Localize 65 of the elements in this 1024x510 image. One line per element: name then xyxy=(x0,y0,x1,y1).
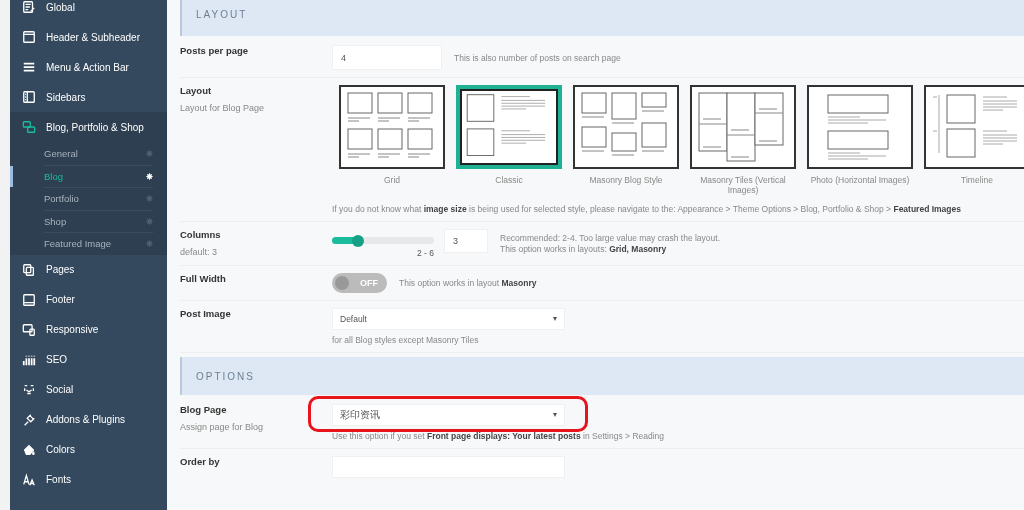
menu-item-icon xyxy=(22,60,36,74)
gear-icon xyxy=(146,149,153,157)
submenu-item[interactable]: Portfolio xyxy=(44,187,153,210)
help-text: Recommended: 2-4. Too large value may crash the layout. xyxy=(500,233,721,244)
layout-caption: Masonry Tiles (Vertical Images) xyxy=(699,175,787,196)
input-field[interactable]: 4 xyxy=(332,45,442,70)
submenu-item[interactable]: Featured Image xyxy=(44,232,153,255)
sidebar-item[interactable]: Menu & Action Bar xyxy=(10,52,167,82)
menu-item-icon xyxy=(22,412,36,427)
sidebar-item[interactable]: Header & Subheader xyxy=(10,22,167,52)
menu-item-icon xyxy=(22,442,36,457)
menu-item-icon xyxy=(22,30,36,44)
field-label: Post Image xyxy=(180,308,232,320)
gear-icon xyxy=(146,240,153,248)
layout-caption: Masonry Blog Style xyxy=(588,175,664,186)
field-label: Columns xyxy=(180,229,222,241)
sidebar-item[interactable]: Responsive xyxy=(10,314,167,345)
slider-range: 2 - 6 xyxy=(417,248,434,259)
layout-caption: Classic xyxy=(494,175,524,186)
sidebar-item[interactable]: Sidebars xyxy=(10,82,167,112)
menu-item-icon xyxy=(22,322,36,337)
submenu-item[interactable]: General xyxy=(44,142,153,165)
sidebar-item[interactable]: Blog, Portfolio & Shop xyxy=(10,112,167,142)
submenu-item[interactable]: Shop xyxy=(44,209,153,232)
field-label: Blog Page xyxy=(180,404,228,416)
field-label: Layout xyxy=(180,85,213,96)
help-text: If you do not know what image size is being used for selected style, please navigate to the: Appearance > Theme Options > Blog, Portfolio & Shop > Featured Images xyxy=(332,204,962,215)
menu-item-icon xyxy=(22,120,36,134)
sidebar-item[interactable]: Fonts xyxy=(10,464,167,495)
sidebar-item[interactable]: SEO xyxy=(10,344,167,375)
field-label: Full Width xyxy=(180,273,227,285)
help-text: This option works in layouts: Grid, Masonry xyxy=(500,244,668,255)
help-text: This is also number of posts on search page xyxy=(454,52,621,63)
select-field[interactable]: Default xyxy=(332,308,565,331)
field-description: default: 3 xyxy=(180,247,219,258)
sidebar-item[interactable]: Colors xyxy=(10,434,167,465)
layout-caption: Timeline xyxy=(960,175,994,186)
gear-icon xyxy=(146,172,153,180)
select-field[interactable]: 彩印资讯 xyxy=(332,404,565,427)
menu-item-icon xyxy=(22,472,36,487)
field-description: Layout for Blog Page xyxy=(180,103,266,113)
field-label: Posts per page xyxy=(180,45,250,56)
field-label: Order by xyxy=(180,456,221,468)
field-description: Assign page for Blog xyxy=(180,422,265,433)
menu-item-icon xyxy=(22,90,36,104)
sidebar-item[interactable]: Pages xyxy=(10,254,167,285)
layout-caption: Photo (Horizontal Images) xyxy=(810,175,910,186)
help-text: Use this option if you set Front page displays: Your latest posts in Settings > Reading xyxy=(332,431,665,442)
slider-handle[interactable] xyxy=(351,234,364,247)
help-text: for all Blog styles except Masonry Tiles xyxy=(332,335,480,346)
section-title: OPTIONS xyxy=(196,370,255,382)
help-text: This option works in layout Masonry xyxy=(399,278,537,289)
sidebar-item[interactable]: Addons & Plugins xyxy=(10,404,167,435)
menu-item-icon xyxy=(22,292,36,307)
input-field[interactable]: 3 xyxy=(444,229,488,254)
sidebar-item[interactable]: Global xyxy=(10,0,167,22)
gear-icon xyxy=(146,217,153,225)
sidebar-item[interactable]: Footer xyxy=(10,284,167,315)
menu-item-icon xyxy=(22,262,36,277)
menu-item-icon xyxy=(22,0,36,14)
section-title: LAYOUT xyxy=(196,8,248,20)
layout-caption: Grid xyxy=(382,175,402,186)
gear-icon xyxy=(146,195,153,203)
menu-item-icon xyxy=(22,382,36,397)
sidebar-item[interactable]: Social xyxy=(10,374,167,405)
